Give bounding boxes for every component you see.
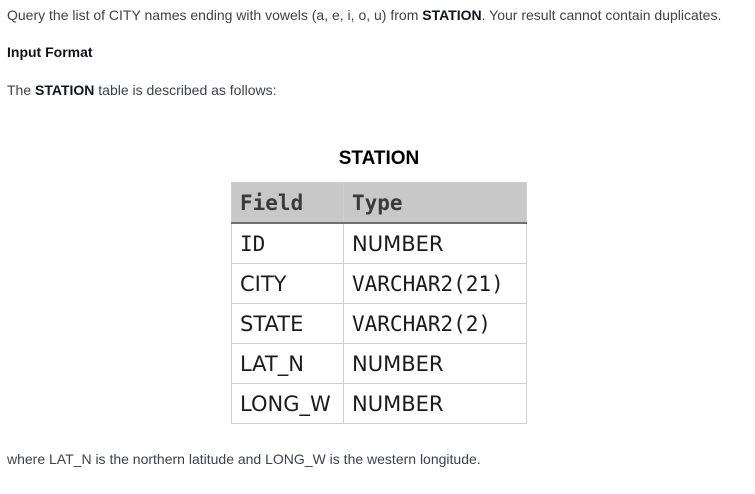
type-cell: NUMBER: [343, 383, 527, 424]
problem-prefix: Query the list of CITY names ending with…: [7, 7, 423, 23]
field-cell: LONG_W: [231, 383, 344, 424]
type-cell: VARCHAR2(2): [343, 303, 527, 344]
description-suffix: table is described as follows:: [94, 82, 277, 98]
description-prefix: The: [7, 82, 36, 98]
table-description: The STATION table is described as follow…: [7, 81, 276, 99]
table-row: LONG_W NUMBER: [231, 383, 527, 424]
table-header-row: Field Type: [231, 182, 527, 224]
type-cell: NUMBER: [343, 222, 527, 264]
field-cell: CITY: [231, 263, 344, 304]
footer-note: where LAT_N is the northern latitude and…: [7, 451, 481, 467]
field-cell: LAT_N: [231, 343, 344, 384]
table-row: CITY VARCHAR2(21): [231, 263, 527, 304]
problem-table-name: STATION: [422, 7, 482, 23]
station-schema-table: Field Type ID NUMBER CITY VARCHAR2(21) S…: [231, 182, 527, 424]
type-cell: VARCHAR2(21): [343, 263, 527, 304]
problem-statement: Query the list of CITY names ending with…: [7, 6, 721, 24]
table-caption: STATION: [338, 148, 420, 169]
station-schema-figure: STATION Field Type ID NUMBER CITY VARCHA…: [231, 146, 527, 424]
type-cell: NUMBER: [343, 343, 527, 384]
table-row: LAT_N NUMBER: [231, 343, 527, 384]
field-cell: ID: [231, 222, 344, 264]
table-row: STATE VARCHAR2(2): [231, 303, 527, 344]
problem-suffix: . Your result cannot contain duplicates.: [481, 7, 722, 23]
header-type: Type: [343, 182, 527, 224]
input-format-heading: Input Format: [7, 44, 93, 60]
field-cell: STATE: [231, 303, 344, 344]
header-field: Field: [231, 182, 344, 224]
table-row: ID NUMBER: [231, 222, 527, 264]
description-table-name: STATION: [35, 82, 95, 98]
